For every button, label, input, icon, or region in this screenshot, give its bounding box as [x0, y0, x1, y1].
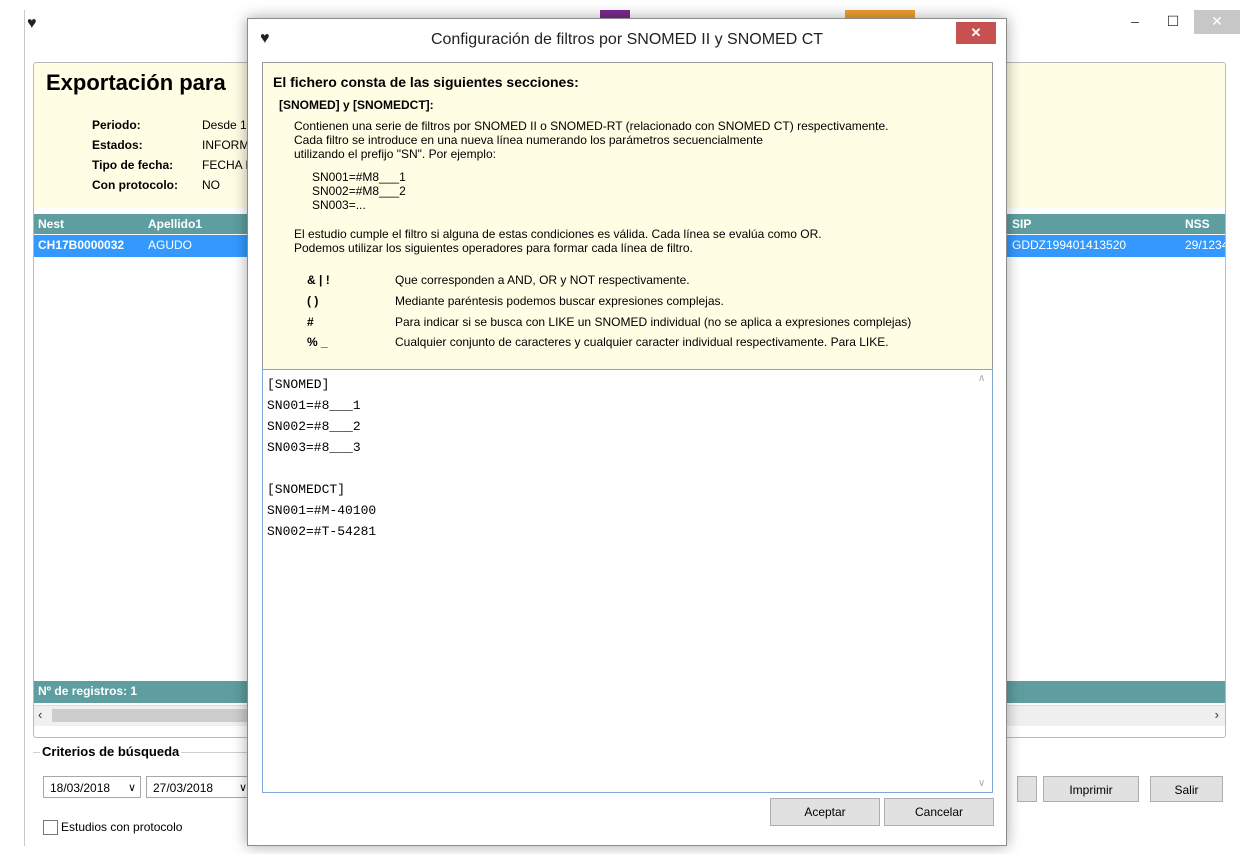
operator-symbol: # [307, 315, 314, 329]
date-from-picker[interactable]: 18/03/2018 ∨ [43, 776, 141, 798]
info-value: Desde 1 [202, 118, 247, 132]
date-to-value: 27/03/2018 [153, 781, 214, 795]
minimize-button[interactable]: – [1116, 10, 1154, 34]
vertical-scrollbar[interactable]: ∧ ∨ [975, 370, 992, 792]
info-value: FECHA I [202, 158, 249, 172]
help-text: Podemos utilizar los siguientes operador… [294, 241, 693, 255]
info-value: NO [202, 178, 220, 192]
filter-editor-textarea[interactable]: [SNOMED] SN001=#8___1 SN002=#8___2 SN003… [262, 369, 993, 793]
operator-description: Mediante paréntesis podemos buscar expre… [395, 294, 724, 308]
cancel-button[interactable]: Cancelar [884, 798, 994, 826]
operator-description: Cualquier conjunto de caracteres y cualq… [395, 335, 889, 349]
column-header-nest[interactable]: Nest [38, 217, 64, 231]
info-label: Periodo: [92, 118, 141, 132]
close-button[interactable]: ✕ [1194, 10, 1240, 34]
checkbox-label: Estudios con protocolo [61, 820, 183, 834]
help-text: Contienen una serie de filtros por SNOME… [294, 119, 889, 133]
records-count: Nº de registros: 1 [38, 684, 138, 698]
orange-accent [845, 10, 915, 18]
help-heading: El fichero consta de las siguientes secc… [273, 74, 579, 90]
info-label: Estados: [92, 138, 143, 152]
dialog-close-button[interactable]: ✕ [956, 22, 996, 44]
exit-button[interactable]: Salir [1150, 776, 1223, 802]
cell-nest: CH17B0000032 [38, 238, 125, 252]
operator-description: Para indicar si se busca con LIKE un SNO… [395, 315, 912, 329]
scrollbar-thumb[interactable] [52, 709, 257, 722]
print-button[interactable]: Imprimir [1043, 776, 1139, 802]
maximize-button[interactable]: ☐ [1154, 10, 1192, 34]
info-row-tipo-fecha: Tipo de fecha: FECHA I [92, 158, 249, 172]
info-label: Con protocolo: [92, 178, 178, 192]
info-row-periodo: Periodo: Desde 1 [92, 118, 247, 132]
operator-symbol: % _ [307, 335, 328, 349]
operator-description: Que corresponden a AND, OR y NOT respect… [395, 273, 690, 287]
cell-apellido1: AGUDO [148, 238, 193, 252]
example-line: SN002=#M8___2 [312, 184, 406, 198]
operator-symbol: & | ! [307, 273, 330, 287]
heart-app-icon: ♥ [27, 15, 37, 32]
example-line: SN003=... [312, 198, 366, 212]
help-box: El fichero consta de las siguientes secc… [262, 62, 993, 369]
help-text: Cada filtro se introduce en una nueva lí… [294, 133, 763, 147]
editor-content[interactable]: [SNOMED] SN001=#8___1 SN002=#8___2 SN003… [267, 374, 376, 542]
info-row-estados: Estados: INFORM [92, 138, 249, 152]
date-from-value: 18/03/2018 [50, 781, 111, 795]
hidden-button-edge[interactable] [1017, 776, 1037, 802]
scroll-up-icon[interactable]: ∧ [978, 373, 985, 384]
cell-nss: 29/12345 [1185, 238, 1225, 252]
chevron-down-icon[interactable]: ∨ [128, 777, 136, 799]
scroll-down-icon[interactable]: ∨ [978, 778, 985, 789]
checkbox-box[interactable] [43, 820, 58, 836]
page-title: Exportación para [46, 70, 226, 95]
help-subheading: [SNOMED] y [SNOMEDCT]: [279, 98, 434, 112]
help-text: utilizando el prefijo "SN". Por ejemplo: [294, 147, 496, 161]
info-row-protocolo: Con protocolo: NO [92, 178, 220, 192]
example-line: SN001=#M8___1 [312, 170, 406, 184]
info-value: INFORM [202, 138, 250, 152]
column-header-nss[interactable]: NSS [1185, 217, 1210, 231]
cell-sip: GDDZ199401413520 [1012, 238, 1127, 252]
dialog-title: Configuración de filtros por SNOMED II y… [430, 31, 824, 48]
info-label: Tipo de fecha: [92, 158, 174, 172]
scroll-right-icon[interactable]: › [1215, 707, 1219, 722]
dialog-titlebar: ♥ Configuración de filtros por SNOMED II… [248, 19, 1006, 59]
chevron-down-icon[interactable]: ∨ [239, 777, 247, 799]
column-header-sip[interactable]: SIP [1012, 217, 1031, 231]
purple-accent [600, 10, 630, 18]
help-text: El estudio cumple el filtro si alguna de… [294, 227, 822, 241]
protocol-checkbox[interactable]: Estudios con protocolo [43, 820, 183, 836]
date-to-picker[interactable]: 27/03/2018 ∨ [146, 776, 252, 798]
column-header-apellido1[interactable]: Apellido1 [148, 217, 202, 231]
accept-button[interactable]: Aceptar [770, 798, 880, 826]
snomed-filter-dialog: ♥ Configuración de filtros por SNOMED II… [247, 18, 1007, 846]
scroll-left-icon[interactable]: ‹ [38, 707, 42, 722]
operator-symbol: ( ) [307, 294, 319, 308]
criteria-title: Criterios de búsqueda [40, 744, 182, 759]
